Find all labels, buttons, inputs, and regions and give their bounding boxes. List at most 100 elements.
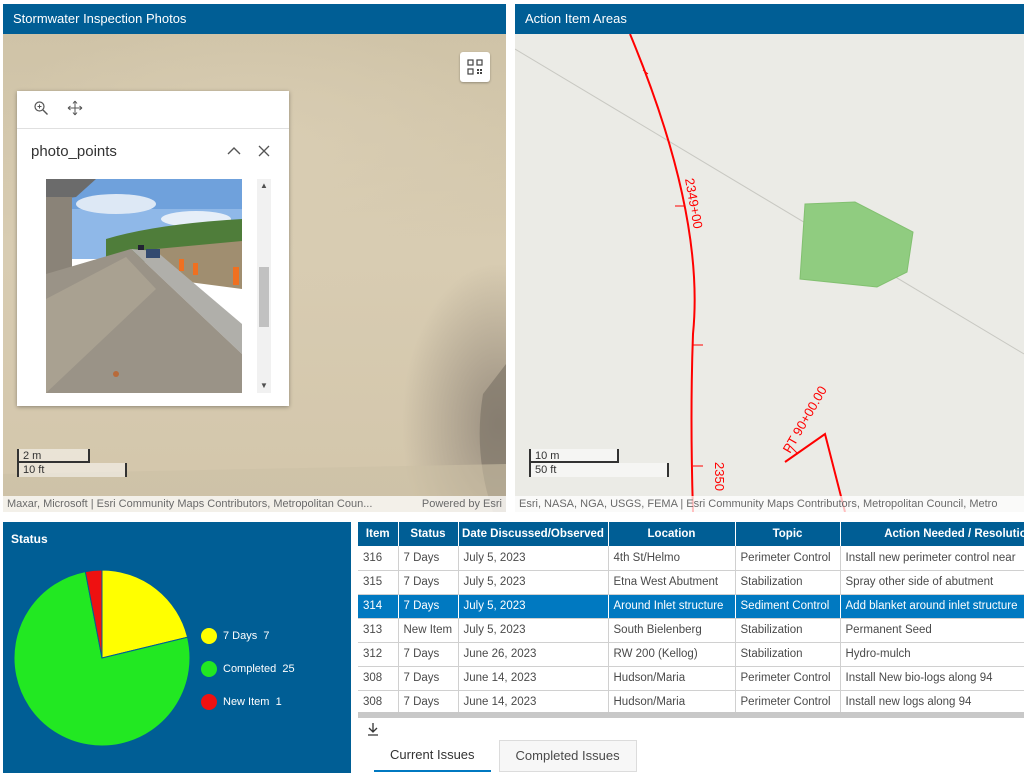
- qr-code-icon: [467, 59, 483, 75]
- scale-imperial-label: 10 ft: [17, 463, 127, 477]
- scroll-up-icon[interactable]: ▲: [257, 179, 271, 193]
- popup-toolbar: [17, 91, 289, 129]
- pt-label: PT 90+00.00: [780, 383, 830, 455]
- cell-topic: Stabilization: [735, 570, 841, 595]
- cell-action: Hydro-mulch: [840, 642, 1024, 667]
- legend-item-7-days[interactable]: 7 Days 7: [201, 619, 295, 652]
- cell-action: Add blanket around inlet structure: [840, 594, 1024, 619]
- legend-item-completed[interactable]: Completed 25: [201, 652, 295, 685]
- cell-action: Install new perimeter control near: [840, 546, 1024, 571]
- collapse-button[interactable]: [223, 140, 245, 162]
- cell-action: Permanent Seed: [840, 618, 1024, 643]
- table-row[interactable]: 313 New Item July 5, 2023 South Bielenberg S…: [358, 618, 1024, 643]
- qr-code-button[interactable]: [460, 52, 490, 82]
- cell-action: Install new logs along 94: [840, 690, 1024, 714]
- close-icon: [258, 145, 270, 157]
- close-button[interactable]: [253, 140, 275, 162]
- photo-popup: photo_points ▲ ▼: [17, 91, 289, 406]
- tab-completed-issues[interactable]: Completed Issues: [498, 740, 637, 772]
- station-label-1: 2349+00: [682, 177, 706, 230]
- issues-tabs: Current Issues Completed Issues: [374, 740, 645, 772]
- pan-icon[interactable]: [67, 100, 83, 119]
- cell-location: Around Inlet structure: [608, 594, 736, 619]
- table-row[interactable]: 312 7 Days June 26, 2023 RW 200 (Kellog) Sta…: [358, 642, 1024, 667]
- cell-date: June 14, 2023: [458, 666, 609, 691]
- cell-location: South Bielenberg: [608, 618, 736, 643]
- table-row[interactable]: 314 7 Days July 5, 2023 Around Inlet struct…: [358, 594, 1024, 619]
- map-attribution-right: Esri, NASA, NGA, USGS, FEMA | Esri Commu…: [515, 496, 1024, 512]
- cell-topic: Perimeter Control: [735, 546, 841, 571]
- scale-imperial-label-right: 50 ft: [529, 463, 669, 477]
- download-button[interactable]: [367, 722, 379, 739]
- action-map[interactable]: 2349+00 2350 PT 90+00.00 10 m 50 ft Esri…: [515, 34, 1024, 512]
- table-row[interactable]: 316 7 Days July 5, 2023 4th St/Helmo Perimet…: [358, 546, 1024, 571]
- cell-location: 4th St/Helmo: [608, 546, 736, 571]
- col-header-location[interactable]: Location: [608, 522, 736, 546]
- download-icon: [368, 723, 378, 736]
- scroll-down-icon[interactable]: ▼: [257, 379, 271, 393]
- cell-date: June 14, 2023: [458, 690, 609, 714]
- alignment-line: [629, 34, 696, 512]
- issues-table[interactable]: Item Status Date Discussed/Observed Loca…: [358, 522, 1024, 714]
- table-header-row: Item Status Date Discussed/Observed Loca…: [358, 522, 1024, 546]
- scale-metric-label-right: 10 m: [529, 449, 619, 463]
- zoom-in-icon[interactable]: [33, 100, 49, 119]
- inspection-photo[interactable]: [46, 179, 242, 393]
- col-header-topic[interactable]: Topic: [735, 522, 841, 546]
- table-row[interactable]: 308 7 Days June 14, 2023 Hudson/Maria Perime…: [358, 666, 1024, 691]
- cell-location: RW 200 (Kellog): [608, 642, 736, 667]
- popup-title: photo_points: [31, 142, 117, 160]
- cell-location: Hudson/Maria: [608, 666, 736, 691]
- col-header-date[interactable]: Date Discussed/Observed: [458, 522, 609, 546]
- legend-swatch: [201, 660, 217, 677]
- action-area-polygon: [799, 201, 914, 288]
- cell-status: 7 Days: [398, 570, 459, 595]
- cell-item: 314: [358, 594, 399, 619]
- status-pie-chart[interactable]: [12, 568, 212, 768]
- legend-value: 1: [275, 695, 282, 708]
- scale-metric-label: 2 m: [17, 449, 90, 463]
- table-horizontal-scrollbar[interactable]: [358, 712, 1024, 718]
- status-legend: 7 Days 7 Completed 25 New Item 1: [201, 619, 295, 718]
- cell-status: 7 Days: [398, 594, 459, 619]
- powered-by-esri[interactable]: Powered by Esri: [413, 496, 506, 512]
- legend-value: 25: [282, 662, 295, 675]
- cell-action: Spray other side of abutment: [840, 570, 1024, 595]
- photos-panel-title: Stormwater Inspection Photos: [3, 4, 506, 34]
- status-panel: Status 7 Days 7 Completed 25 New Item 1: [3, 522, 351, 773]
- cell-status: New Item: [398, 618, 459, 643]
- cell-status: 7 Days: [398, 666, 459, 691]
- tab-current-issues[interactable]: Current Issues: [374, 740, 491, 772]
- col-header-item[interactable]: Item: [358, 522, 399, 546]
- cell-item: 312: [358, 642, 399, 667]
- status-title: Status: [11, 532, 48, 546]
- legend-swatch: [201, 693, 217, 710]
- table-row[interactable]: 315 7 Days July 5, 2023 Etna West Abutment S…: [358, 570, 1024, 595]
- action-panel-title: Action Item Areas: [515, 4, 1024, 34]
- scroll-thumb[interactable]: [259, 267, 269, 327]
- photos-map[interactable]: photo_points ▲ ▼ 2 m 10 ft Maxar, Micros…: [3, 34, 506, 512]
- col-header-status[interactable]: Status: [398, 522, 459, 546]
- cell-item: 313: [358, 618, 399, 643]
- col-header-action[interactable]: Action Needed / Resolution: [840, 522, 1024, 546]
- cell-date: July 5, 2023: [458, 594, 609, 619]
- scale-bar-right: 10 m 50 ft: [529, 449, 669, 477]
- cell-status: 7 Days: [398, 546, 459, 571]
- cell-item: 308: [358, 690, 399, 714]
- cell-date: July 5, 2023: [458, 618, 609, 643]
- legend-swatch: [201, 627, 217, 644]
- cell-action: Install New bio-logs along 94: [840, 666, 1024, 691]
- cell-item: 316: [358, 546, 399, 571]
- legend-label: Completed: [223, 662, 277, 675]
- station-label-2: 2350: [712, 462, 727, 491]
- map-attribution-left: Maxar, Microsoft | Esri Community Maps C…: [3, 496, 413, 512]
- popup-scrollbar[interactable]: ▲ ▼: [257, 179, 271, 393]
- cell-item: 308: [358, 666, 399, 691]
- cell-location: Hudson/Maria: [608, 690, 736, 714]
- cell-topic: Perimeter Control: [735, 690, 841, 714]
- action-map-canvas: 2349+00 2350 PT 90+00.00: [515, 34, 1024, 512]
- scale-bar-left: 2 m 10 ft: [17, 449, 127, 477]
- table-row[interactable]: 308 7 Days June 14, 2023 Hudson/Maria Perime…: [358, 690, 1024, 714]
- cell-topic: Sediment Control: [735, 594, 841, 619]
- legend-item-new-item[interactable]: New Item 1: [201, 685, 295, 718]
